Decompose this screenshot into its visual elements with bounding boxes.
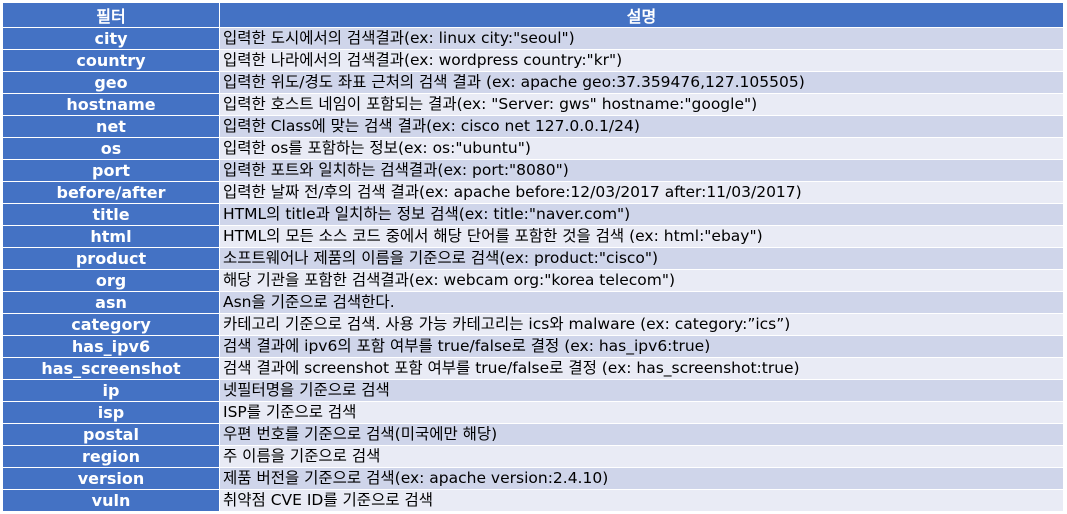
header-description: 설명	[219, 2, 1064, 28]
table-row: hostname 입력한 호스트 네임이 포함되는 결과(ex: "Server:…	[2, 93, 1064, 116]
filter-description: 넷필터명을 기준으로 검색	[219, 379, 1064, 402]
filter-description: 검색 결과에 screenshot 포함 여부를 true/false로 결정 …	[219, 357, 1064, 380]
filter-name: net	[2, 115, 220, 138]
filter-name: has_ipv6	[2, 335, 220, 358]
table-row: isp ISP를 기준으로 검색	[2, 401, 1064, 424]
filter-name: vuln	[2, 489, 220, 512]
filter-description: 입력한 os를 포함하는 정보(ex: os:"ubuntu")	[219, 137, 1064, 160]
table-row: vuln 취약점 CVE ID를 기준으로 검색	[2, 489, 1064, 512]
table-row: geo 입력한 위도/경도 좌표 근처의 검색 결과 (ex: apache ge…	[2, 71, 1064, 94]
table-body: city 입력한 도시에서의 검색결과(ex: linux city:"seoul…	[2, 27, 1064, 512]
filter-description: 주 이름을 기준으로 검색	[219, 445, 1064, 468]
table-row: region 주 이름을 기준으로 검색	[2, 445, 1064, 468]
table-row: port 입력한 포트와 일치하는 검색결과(ex: port:"8080")	[2, 159, 1064, 182]
filter-name: postal	[2, 423, 220, 446]
filter-name: city	[2, 27, 220, 50]
filter-name: product	[2, 247, 220, 270]
filter-name: before/after	[2, 181, 220, 204]
filter-description: HTML의 모든 소스 코드 중에서 해당 단어를 포함한 것을 검색 (ex:…	[219, 225, 1064, 248]
filter-description: 해당 기관을 포함한 검색결과(ex: webcam org:"korea te…	[219, 269, 1064, 292]
filter-description: 검색 결과에 ipv6의 포함 여부를 true/false로 결정 (ex: …	[219, 335, 1064, 358]
table-row: has_screenshot 검색 결과에 screenshot 포함 여부를 t…	[2, 357, 1064, 380]
filter-name: os	[2, 137, 220, 160]
filter-name: title	[2, 203, 220, 226]
filter-name: has_screenshot	[2, 357, 220, 380]
table-row: country 입력한 나라에서의 검색결과(ex: wordpress coun…	[2, 49, 1064, 72]
table-row: net 입력한 Class에 맞는 검색 결과(ex: cisco net 127…	[2, 115, 1064, 138]
table-row: org 해당 기관을 포함한 검색결과(ex: webcam org:"korea…	[2, 269, 1064, 292]
filter-description: 입력한 나라에서의 검색결과(ex: wordpress country:"kr…	[219, 49, 1064, 72]
filter-table: 필터 설명 city 입력한 도시에서의 검색결과(ex: linux city:…	[2, 2, 1064, 512]
header-filter: 필터	[2, 2, 220, 28]
filter-description: 소프트웨어나 제품의 이름을 기준으로 검색(ex: product:"cisc…	[219, 247, 1064, 270]
filter-description: 제품 버전을 기준으로 검색(ex: apache version:2.4.10…	[219, 467, 1064, 490]
filter-name: hostname	[2, 93, 220, 116]
table-row: title HTML의 title과 일치하는 정보 검색(ex: title:"…	[2, 203, 1064, 226]
filter-description: 카테고리 기준으로 검색. 사용 가능 카테고리는 ics와 malware (…	[219, 313, 1064, 336]
filter-name: ip	[2, 379, 220, 402]
filter-description: 입력한 위도/경도 좌표 근처의 검색 결과 (ex: apache geo:3…	[219, 71, 1064, 94]
table-row: before/after 입력한 날짜 전/후의 검색 결과(ex: apache…	[2, 181, 1064, 204]
table-row: asn Asn을 기준으로 검색한다.	[2, 291, 1064, 314]
filter-description: 입력한 Class에 맞는 검색 결과(ex: cisco net 127.0.…	[219, 115, 1064, 138]
filter-description: 입력한 호스트 네임이 포함되는 결과(ex: "Server: gws" ho…	[219, 93, 1064, 116]
filter-name: port	[2, 159, 220, 182]
filter-description: HTML의 title과 일치하는 정보 검색(ex: title:"naver…	[219, 203, 1064, 226]
table-header-row: 필터 설명	[2, 2, 1064, 28]
table-row: postal 우편 번호를 기준으로 검색(미국에만 해당)	[2, 423, 1064, 446]
filter-name: geo	[2, 71, 220, 94]
table-row: version 제품 버전을 기준으로 검색(ex: apache version…	[2, 467, 1064, 490]
filter-description: 입력한 도시에서의 검색결과(ex: linux city:"seoul")	[219, 27, 1064, 50]
filter-description: 우편 번호를 기준으로 검색(미국에만 해당)	[219, 423, 1064, 446]
table-row: ip 넷필터명을 기준으로 검색	[2, 379, 1064, 402]
filter-name: category	[2, 313, 220, 336]
table-row: city 입력한 도시에서의 검색결과(ex: linux city:"seoul…	[2, 27, 1064, 50]
filter-description: ISP를 기준으로 검색	[219, 401, 1064, 424]
table-row: html HTML의 모든 소스 코드 중에서 해당 단어를 포함한 것을 검색 …	[2, 225, 1064, 248]
table-row: category 카테고리 기준으로 검색. 사용 가능 카테고리는 ics와 m…	[2, 313, 1064, 336]
table-row: os 입력한 os를 포함하는 정보(ex: os:"ubuntu")	[2, 137, 1064, 160]
filter-description: Asn을 기준으로 검색한다.	[219, 291, 1064, 314]
filter-name: asn	[2, 291, 220, 314]
filter-name: org	[2, 269, 220, 292]
filter-description: 취약점 CVE ID를 기준으로 검색	[219, 489, 1064, 512]
filter-name: html	[2, 225, 220, 248]
filter-name: version	[2, 467, 220, 490]
filter-name: region	[2, 445, 220, 468]
table-row: has_ipv6 검색 결과에 ipv6의 포함 여부를 true/false로 …	[2, 335, 1064, 358]
filter-description: 입력한 포트와 일치하는 검색결과(ex: port:"8080")	[219, 159, 1064, 182]
filter-table-container: 필터 설명 city 입력한 도시에서의 검색결과(ex: linux city:…	[2, 2, 1064, 512]
table-row: product 소프트웨어나 제품의 이름을 기준으로 검색(ex: produc…	[2, 247, 1064, 270]
filter-name: isp	[2, 401, 220, 424]
filter-description: 입력한 날짜 전/후의 검색 결과(ex: apache before:12/0…	[219, 181, 1064, 204]
filter-name: country	[2, 49, 220, 72]
